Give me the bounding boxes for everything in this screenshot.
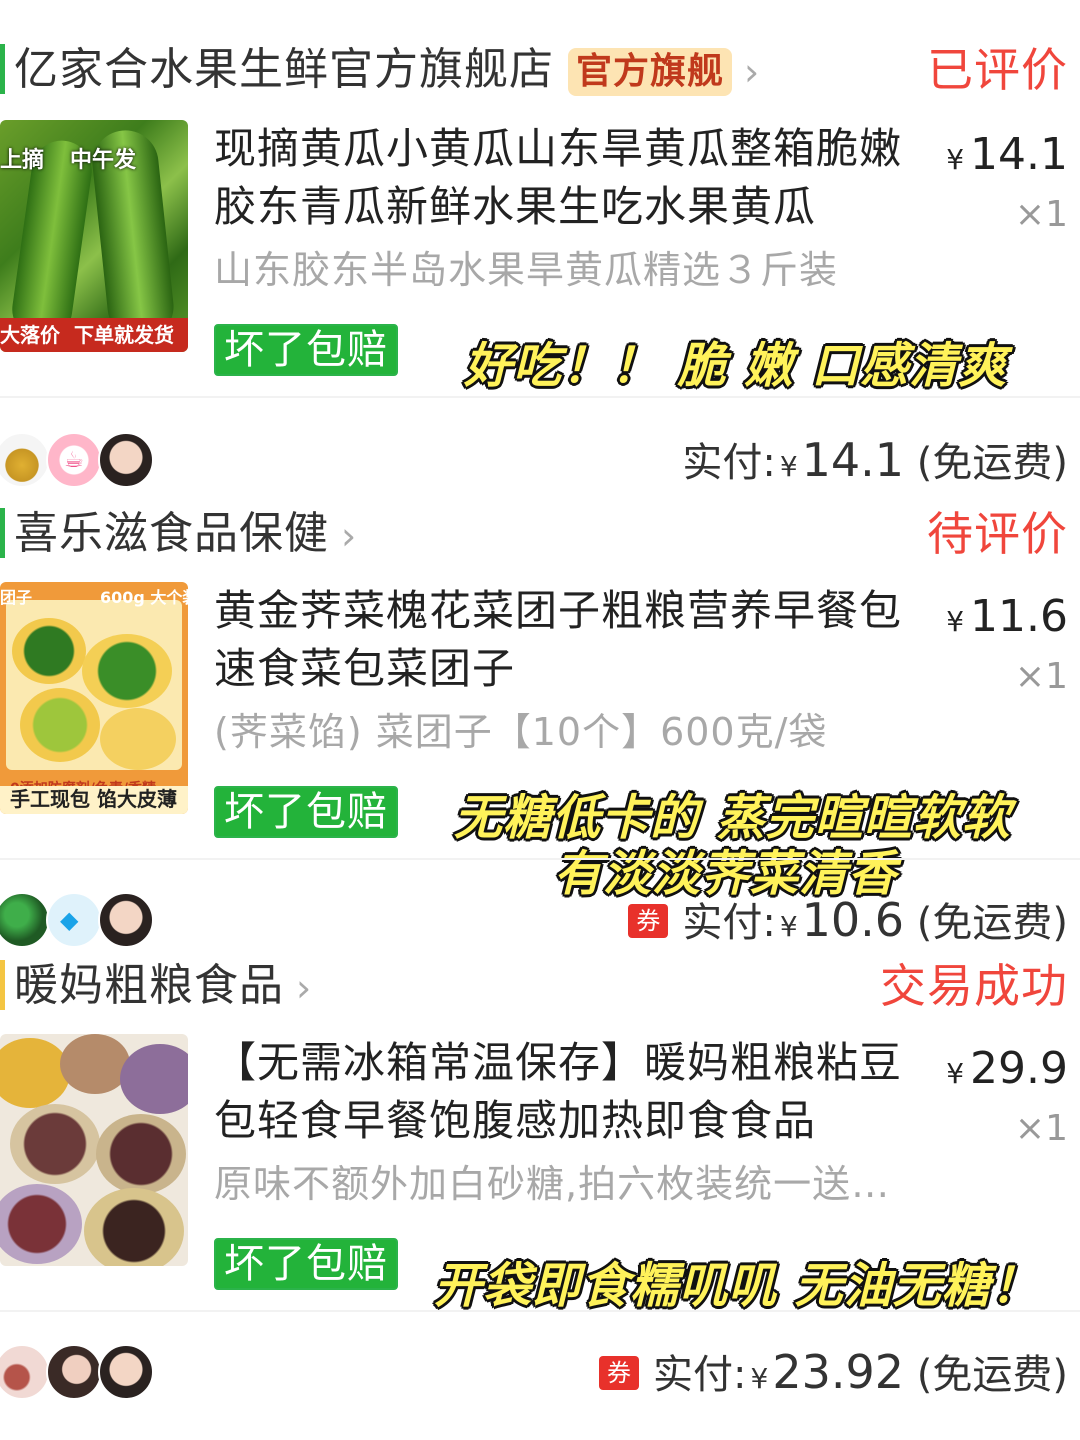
bun-shape	[0, 1184, 82, 1264]
shop-accent-bar	[0, 508, 5, 558]
bun-shape	[0, 1038, 70, 1108]
paid-total: 券实付: ¥23.92 (免运费)	[599, 1342, 1068, 1409]
product-thumbnail-cucumber[interactable]: 上摘 中午发 大落价 下单就发货	[0, 120, 188, 352]
shop-header[interactable]: 亿家合水果生鲜官方旗舰店 官方旗舰 › 已评价	[0, 30, 1080, 110]
product-price: ¥14.1	[946, 129, 1068, 180]
avatar	[46, 1344, 102, 1400]
bun-shape	[12, 618, 86, 684]
shop-header[interactable]: 喜乐滋食品保健 › 待评价	[0, 494, 1080, 574]
product-quantity: ×1	[1014, 194, 1068, 235]
payment-row: ☕ 实付: ¥14.1 (免运费)	[0, 430, 1080, 500]
product-spec: 原味不额外加白砂糖,拍六枚装统一送…	[214, 1162, 891, 1206]
avatar	[98, 1344, 154, 1400]
thumb-tag: 手工现包 馅大皮薄	[10, 787, 177, 811]
product-title[interactable]: 【无需冰箱常温保存】暖妈粗粮粘豆包轻食早餐饱腹感加热即食食品	[214, 1034, 934, 1150]
product-quantity: ×1	[1014, 656, 1068, 697]
order-status: 已评价	[927, 43, 1068, 97]
product-title[interactable]: 现摘黄瓜小黄瓜山东旱黄瓜整箱脆嫩胶东青瓜新鲜水果生吃水果黄瓜	[214, 120, 934, 236]
coupon-icon: 券	[628, 904, 669, 938]
cup-icon: ☕	[64, 448, 84, 473]
product-item[interactable]: 上摘 中午发 大落价 下单就发货 现摘黄瓜小黄瓜山东旱黄瓜整箱脆嫩胶东青瓜新鲜水…	[0, 120, 1080, 394]
bun-shape	[82, 634, 172, 708]
fish-icon: ◆	[60, 906, 79, 934]
shop-accent-bar	[0, 960, 5, 1010]
review-overlay-text: 好吃！！ 脆 嫩 口感清爽	[464, 338, 1008, 394]
shop-header[interactable]: 暖妈粗粮食品 › 交易成功	[0, 946, 1080, 1026]
avatar	[0, 1344, 50, 1400]
divider	[0, 396, 1080, 398]
bun-shape	[10, 1104, 100, 1184]
shop-name[interactable]: 暖妈粗粮食品 ›	[14, 954, 312, 1020]
order-status: 交易成功	[880, 959, 1068, 1013]
bun-shape	[120, 1044, 188, 1114]
product-thumbnail-vegetable-buns[interactable]: 团子 600g 大个装 0添加防腐剂/色素/香精 手工现包 馅大皮薄	[0, 582, 188, 814]
bun-shape	[96, 1114, 186, 1194]
order-status: 待评价	[927, 507, 1068, 561]
avatar	[0, 892, 50, 948]
chevron-right-icon[interactable]: ›	[744, 40, 760, 104]
thumb-tag: 下单就发货	[74, 323, 174, 347]
product-quantity: ×1	[1014, 1108, 1068, 1149]
chevron-right-icon[interactable]: ›	[296, 956, 312, 1020]
damage-guarantee-badge: 坏了包赔	[214, 324, 398, 376]
bun-shape	[20, 688, 100, 762]
product-price: ¥11.6	[946, 591, 1068, 642]
coupon-icon: 券	[599, 1356, 640, 1390]
bun-shape	[84, 1188, 184, 1266]
shop-name[interactable]: 亿家合水果生鲜官方旗舰店 官方旗舰 ›	[14, 38, 760, 104]
damage-guarantee-badge: 坏了包赔	[214, 786, 398, 838]
damage-guarantee-badge: 坏了包赔	[214, 1238, 398, 1290]
paid-total: 实付: ¥14.1 (免运费)	[682, 433, 1068, 487]
thumb-tag: 中午发	[70, 148, 137, 173]
thumb-tag: 团子	[0, 588, 33, 607]
product-price: ¥29.9	[946, 1043, 1068, 1094]
product-spec: 山东胶东半岛水果旱黄瓜精选３斤装	[214, 248, 839, 292]
avatar: ◆	[46, 892, 102, 948]
shop-name[interactable]: 喜乐滋食品保健 ›	[14, 502, 357, 568]
official-flagship-badge: 官方旗舰	[568, 48, 733, 96]
thumb-tag: 600g 大个装	[100, 588, 188, 607]
divider	[0, 858, 1080, 860]
thumb-tag: 上摘	[0, 148, 45, 173]
thumb-tag: 大落价	[0, 323, 60, 347]
product-title[interactable]: 黄金荠菜槐花菜团子粗粮营养早餐包速食菜包菜团子	[214, 582, 934, 698]
chevron-right-icon[interactable]: ›	[341, 504, 357, 568]
product-item[interactable]: 【无需冰箱常温保存】暖妈粗粮粘豆包轻食早餐饱腹感加热即食食品 原味不额外加白砂糖…	[0, 1034, 1080, 1314]
bun-shape	[60, 1034, 130, 1094]
product-item[interactable]: 团子 600g 大个装 0添加防腐剂/色素/香精 手工现包 馅大皮薄 黄金荠菜槐…	[0, 582, 1080, 902]
bun-shape	[100, 708, 176, 770]
shop-accent-bar	[0, 44, 5, 94]
avatar	[98, 892, 154, 948]
avatar	[98, 432, 154, 488]
divider	[0, 1310, 1080, 1312]
review-overlay-text: 开袋即食糯叽叽 无油无糖！	[434, 1258, 1040, 1314]
payment-row: 券实付: ¥23.92 (免运费)	[0, 1342, 1080, 1412]
avatar	[0, 432, 50, 488]
avatar: ☕	[46, 432, 102, 488]
product-thumbnail-bean-buns[interactable]	[0, 1034, 188, 1266]
product-spec: (荠菜馅) 菜团子【10个】600克/袋	[214, 710, 828, 754]
